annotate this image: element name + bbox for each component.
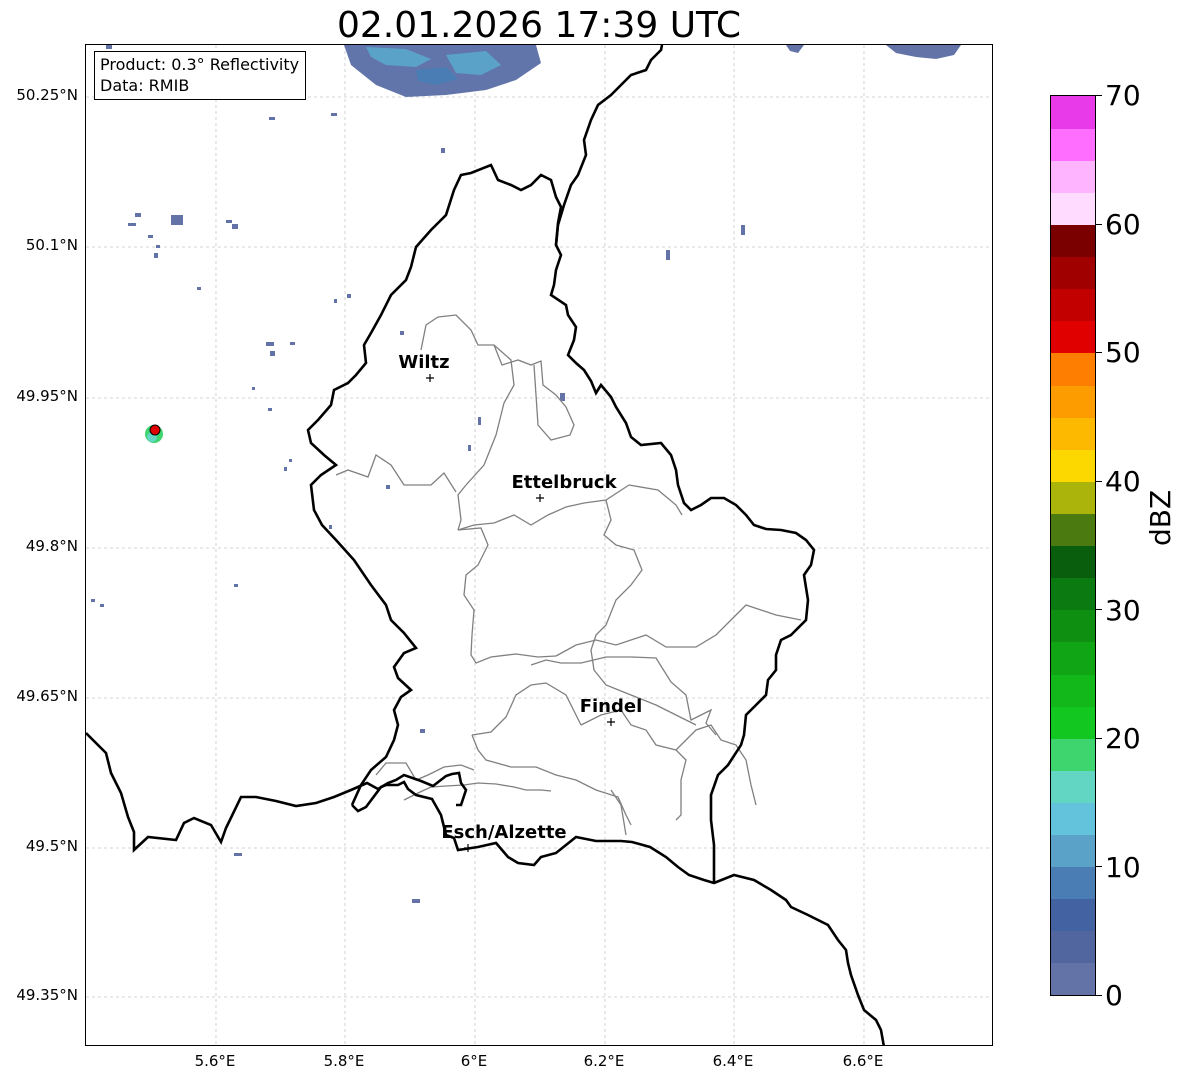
colorbar-tick <box>1096 737 1102 739</box>
colorbar-segment <box>1051 417 1095 450</box>
colorbar-segment <box>1051 160 1095 193</box>
lat-label: 50.25°N <box>16 86 78 104</box>
colorbar-tick-label: 0 <box>1105 979 1123 1012</box>
colorbar-segment <box>1051 513 1095 547</box>
lon-label: 6.6°E <box>842 1052 884 1070</box>
colorbar-tick-label: 20 <box>1105 722 1141 755</box>
cantonal-borders <box>335 314 802 836</box>
lon-label: 5.8°E <box>323 1052 365 1070</box>
colorbar-segment <box>1051 866 1095 900</box>
colorbar-segment <box>1051 96 1095 129</box>
colorbar-segment <box>1051 641 1095 675</box>
colorbar-segment <box>1051 673 1095 707</box>
lat-label: 49.5°N <box>25 837 78 855</box>
colorbar-segment <box>1051 770 1095 803</box>
map-title: 02.01.2026 17:39 UTC <box>336 5 742 46</box>
graticule <box>86 45 992 1045</box>
data-source-label: Data: RMIB <box>100 76 190 95</box>
colorbar-segment <box>1051 128 1095 161</box>
city-label-findel: Findel <box>580 696 643 717</box>
colorbar-tick-label: 70 <box>1105 79 1141 112</box>
colorbar-tick <box>1096 995 1102 996</box>
colorbar-segment <box>1051 384 1095 418</box>
colorbar-tick-label: 10 <box>1105 851 1141 884</box>
colorbar-segment <box>1051 802 1095 836</box>
colorbar-segment <box>1051 449 1095 482</box>
lat-label: 50.1°N <box>25 236 78 254</box>
colorbar-segment <box>1051 352 1095 386</box>
colorbar-segment <box>1051 320 1095 354</box>
colorbar-tick <box>1096 480 1102 482</box>
colorbar-segment <box>1051 481 1095 514</box>
lat-label: 49.8°N <box>25 537 78 555</box>
colorbar-unit-label: dBZ <box>1144 489 1177 546</box>
colorbar-tick-label: 50 <box>1105 336 1141 369</box>
colorbar-segment <box>1051 706 1095 739</box>
city-label-ettelbruck: Ettelbruck <box>511 472 617 493</box>
radar-site-marker[interactable] <box>149 424 161 436</box>
city-markers <box>426 374 615 852</box>
colorbar-tick <box>1096 352 1102 354</box>
colorbar-segment <box>1051 834 1095 868</box>
colorbar-segment <box>1051 738 1095 771</box>
colorbar <box>1050 95 1096 996</box>
colorbar-tick <box>1096 609 1102 611</box>
lon-label: 5.6°E <box>194 1052 236 1070</box>
colorbar-tick-label: 30 <box>1105 594 1141 627</box>
map-canvas: Wiltz Ettelbruck Findel Esch/Alzette <box>86 45 992 1045</box>
lat-label: 49.65°N <box>16 687 78 705</box>
colorbar-segment <box>1051 609 1095 643</box>
lon-label: 6°E <box>460 1052 488 1070</box>
colorbar-segment <box>1051 577 1095 611</box>
colorbar-segment <box>1051 930 1095 964</box>
colorbar-segment <box>1051 256 1095 290</box>
lon-label: 6.4°E <box>712 1052 754 1070</box>
colorbar-segment <box>1051 962 1095 995</box>
lat-label: 49.95°N <box>16 387 78 405</box>
city-label-wiltz: Wiltz <box>398 352 449 373</box>
lon-label: 6.2°E <box>583 1052 625 1070</box>
colorbar-segment <box>1051 192 1095 226</box>
national-borders <box>86 45 885 1045</box>
product-info-box: Product: 0.3° Reflectivity Data: RMIB <box>94 51 307 100</box>
city-label-esch-alzette: Esch/Alzette <box>441 822 566 843</box>
colorbar-segment <box>1051 545 1095 579</box>
colorbar-segment <box>1051 288 1095 322</box>
product-label: Product: 0.3° Reflectivity <box>100 55 300 74</box>
colorbar-tick <box>1096 223 1102 225</box>
colorbar-tick <box>1096 95 1102 96</box>
colorbar-tick-label: 60 <box>1105 208 1141 241</box>
colorbar-tick <box>1096 866 1102 868</box>
radar-map[interactable]: Wiltz Ettelbruck Findel Esch/Alzette <box>85 44 993 1046</box>
lat-label: 49.35°N <box>16 986 78 1004</box>
colorbar-tick-label: 40 <box>1105 465 1141 498</box>
colorbar-segment <box>1051 898 1095 932</box>
colorbar-segment <box>1051 224 1095 258</box>
